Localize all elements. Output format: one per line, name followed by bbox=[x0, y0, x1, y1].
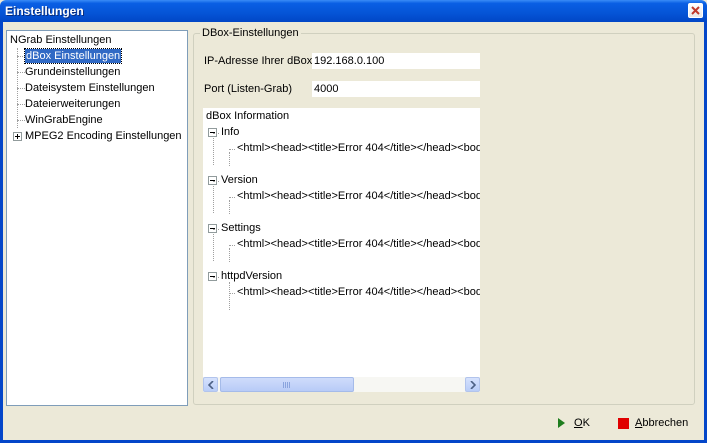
tree-connector bbox=[229, 149, 235, 150]
dbox-info-tree[interactable]: dBox Information Info <html><head><title… bbox=[203, 108, 480, 391]
scroll-left-button[interactable] bbox=[203, 377, 218, 392]
tree-item-dateierweiterungen[interactable]: Dateierweiterungen bbox=[25, 97, 120, 111]
tree-item-ngrab-einstellungen[interactable]: NGrab Einstellungen bbox=[10, 33, 112, 47]
tree-connector bbox=[213, 133, 219, 134]
port-label: Port (Listen-Grab) bbox=[204, 83, 293, 95]
info-horizontal-scrollbar[interactable] bbox=[203, 377, 480, 392]
settings-tree[interactable]: NGrab Einstellungen dBox Einstellungen G… bbox=[6, 30, 188, 406]
tree-item-wingrabengine[interactable]: WinGrabEngine bbox=[25, 113, 103, 127]
port-input[interactable] bbox=[312, 81, 480, 97]
info-node-version-value: <html><head><title>Error 404</title></he… bbox=[237, 190, 480, 202]
close-icon bbox=[691, 6, 700, 15]
tree-connector bbox=[17, 104, 25, 105]
ok-button[interactable]: OK bbox=[558, 413, 590, 433]
tree-item-dateisystem-einstellungen[interactable]: Dateisystem Einstellungen bbox=[25, 81, 155, 95]
info-node-settings[interactable]: Settings bbox=[221, 222, 261, 235]
tree-connector bbox=[229, 282, 230, 310]
tree-connector bbox=[213, 229, 219, 230]
tree-connector bbox=[229, 248, 230, 262]
tree-connector bbox=[213, 186, 214, 213]
tree-connector bbox=[213, 181, 219, 182]
tree-connector bbox=[213, 138, 214, 165]
tree-connector bbox=[17, 56, 25, 57]
tree-connector bbox=[229, 152, 230, 166]
cancel-button[interactable]: Abbrechen bbox=[618, 413, 688, 433]
tree-item-dbox-einstellungen[interactable]: dBox Einstellungen bbox=[23, 48, 123, 64]
tree-connector bbox=[229, 293, 235, 294]
expand-plus-icon[interactable] bbox=[13, 132, 22, 141]
ok-label: OK bbox=[574, 417, 590, 429]
info-node-httpdversion-value: <html><head><title>Error 404</title></he… bbox=[237, 286, 480, 298]
tree-item-grundeinstellungen[interactable]: Grundeinstellungen bbox=[25, 65, 120, 79]
tree-connector bbox=[213, 234, 214, 261]
chevron-right-icon bbox=[470, 381, 476, 389]
close-button[interactable] bbox=[688, 3, 703, 18]
info-node-info-value: <html><head><title>Error 404</title></he… bbox=[237, 142, 480, 154]
cancel-label: Abbrechen bbox=[635, 417, 689, 429]
chevron-left-icon bbox=[208, 381, 214, 389]
scroll-right-button[interactable] bbox=[465, 377, 480, 392]
tree-connector bbox=[17, 72, 25, 73]
tree-connector bbox=[229, 200, 230, 214]
window-frame-left bbox=[0, 22, 3, 443]
tree-connector bbox=[17, 120, 25, 121]
scroll-grip bbox=[283, 382, 291, 388]
tree-connector bbox=[229, 245, 235, 246]
info-tree-title: dBox Information bbox=[206, 110, 290, 122]
scroll-thumb[interactable] bbox=[220, 377, 354, 392]
title-bar: Einstellungen bbox=[0, 0, 707, 22]
info-node-httpdversion[interactable]: httpdVersion bbox=[221, 270, 282, 283]
tree-connector bbox=[17, 88, 25, 89]
group-title: DBox-Einstellungen bbox=[200, 27, 301, 39]
info-node-version[interactable]: Version bbox=[221, 174, 258, 187]
ip-label: IP-Adresse Ihrer dBox bbox=[204, 55, 313, 67]
info-node-settings-value: <html><head><title>Error 404</title></he… bbox=[237, 238, 480, 250]
play-arrow-icon bbox=[558, 418, 565, 428]
info-node-info[interactable]: Info bbox=[221, 126, 239, 139]
stop-square-icon bbox=[618, 417, 629, 429]
ip-address-input[interactable] bbox=[312, 53, 480, 69]
tree-item-mpeg2-encoding-einstellungen[interactable]: MPEG2 Encoding Einstellungen bbox=[25, 129, 182, 143]
tree-connector bbox=[213, 277, 219, 278]
tree-connector bbox=[229, 197, 235, 198]
window-title: Einstellungen bbox=[5, 4, 84, 18]
